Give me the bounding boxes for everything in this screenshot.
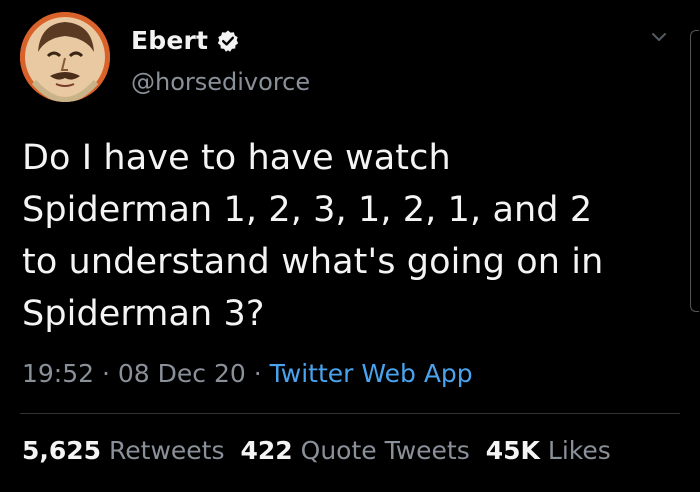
likes-count: 45K <box>485 436 540 465</box>
tweet-header: Ebert @horsedivorce <box>20 12 680 104</box>
quote-tweets-label: Quote Tweets <box>300 436 470 465</box>
tweet-meta: 19:52 · 08 Dec 20 · Twitter Web App <box>22 359 473 388</box>
retweets-label: Retweets <box>109 436 225 465</box>
caricature-avatar-icon <box>20 12 110 102</box>
quote-tweets-count: 422 <box>240 436 293 465</box>
retweets-count: 5,625 <box>22 436 102 465</box>
tweet-text-line: Spiderman 3? <box>22 294 265 334</box>
tweet-time[interactable]: 19:52 <box>22 359 94 388</box>
display-name[interactable]: Ebert <box>131 26 208 55</box>
tweet-text: Do I have to have watch Spiderman 1, 2, … <box>22 132 672 340</box>
divider <box>20 413 680 414</box>
likes-label: Likes <box>547 436 611 465</box>
tweet-text-line: Do I have to have watch <box>22 138 451 178</box>
tweet-text-line: Spiderman 1, 2, 3, 1, 2, 1, and 2 <box>22 190 593 230</box>
avatar[interactable] <box>20 12 110 102</box>
tweet-stats: 5,625 Retweets 422 Quote Tweets 45K Likes <box>22 436 611 465</box>
scrollbar[interactable] <box>690 30 699 312</box>
tweet-date[interactable]: 08 Dec 20 <box>118 359 246 388</box>
name-row: Ebert <box>131 26 240 55</box>
retweets-stat[interactable]: 5,625 Retweets <box>22 436 225 465</box>
quote-tweets-stat[interactable]: 422 Quote Tweets <box>241 436 470 465</box>
likes-stat[interactable]: 45K Likes <box>486 436 611 465</box>
meta-separator: · <box>245 359 270 388</box>
user-handle[interactable]: @horsedivorce <box>131 68 310 96</box>
tweet-source-link[interactable]: Twitter Web App <box>270 359 473 388</box>
chevron-down-icon[interactable] <box>648 26 670 48</box>
verified-badge-icon <box>218 30 239 52</box>
meta-separator: · <box>94 359 118 388</box>
tweet-text-line: to understand what's going on in <box>22 242 604 282</box>
